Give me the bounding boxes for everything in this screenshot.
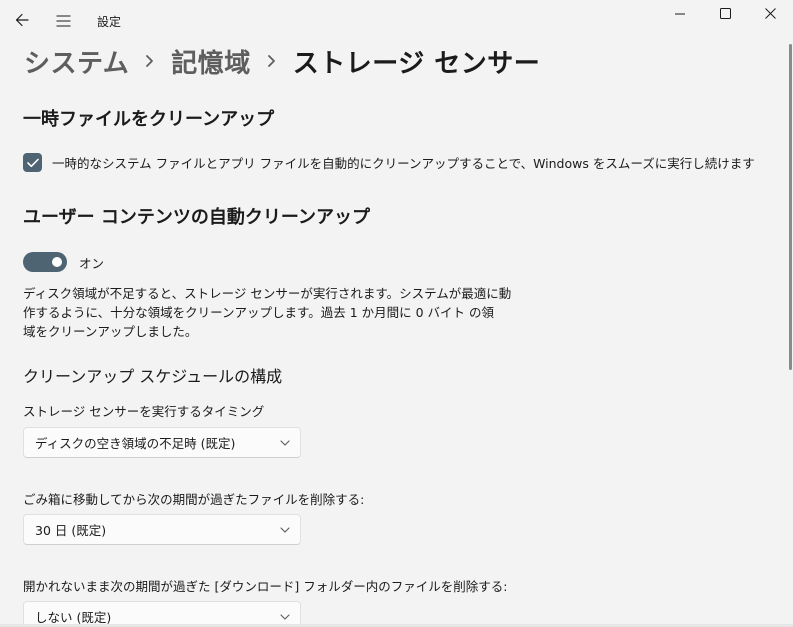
user-content-section-title: ユーザー コンテンツの自動クリーンアップ [23,207,371,228]
breadcrumb-item-system[interactable]: システム [24,43,129,80]
chevron-down-icon [280,613,290,620]
user-content-toggle[interactable] [23,252,67,272]
toggle-knob [52,257,62,267]
schedule-heading: クリーンアップ スケジュールの構成 [23,367,283,386]
description-line: 域をクリーンアップしました。 [23,324,198,339]
user-content-toggle-row[interactable]: オン [23,252,104,272]
downloads-label: 開かれないまま次の期間が過ぎた [ダウンロード] フォルダー内のファイルを削除す… [23,579,508,594]
minimize-icon [675,4,685,23]
breadcrumb: システム 記憶域 ストレージ センサー [24,41,540,81]
chevron-down-icon [280,526,290,533]
description-line: 作するように、十分な領域をクリーンアップします。過去 1 か月間に 0 バイト … [23,305,495,320]
recycle-bin-dropdown[interactable]: 30 日 (既定) [23,514,301,545]
app-title: 設定 [97,15,122,29]
breadcrumb-item-storage[interactable]: 記憶域 [171,43,251,80]
timing-label: ストレージ センサーを実行するタイミング [23,404,265,419]
back-button[interactable] [8,8,36,34]
recycle-bin-label: ごみ箱に移動してから次の期間が過ぎたファイルを削除する: [23,492,365,507]
storage-sense-description: ディスク領域が不足すると、ストレージ センサーが実行されます。システムが最適に動… [23,284,512,341]
toggle-state-label: オン [79,255,105,271]
recycle-bin-dropdown-value: 30 日 (既定) [35,523,107,538]
temp-files-checkbox-row[interactable]: 一時的なシステム ファイルとアプリ ファイルを自動的にクリーンアップすることで、… [23,153,755,172]
chevron-down-icon [280,439,290,446]
navigation-menu-button[interactable] [49,8,77,34]
breadcrumb-chevron-icon [145,53,155,69]
timing-dropdown-value: ディスクの空き領域の不足時 (既定) [35,436,236,451]
settings-window: 設定 システム 記憶域 ストレージ センサー 一時ファイルをクリーンアップ 一時… [0,0,793,627]
temp-files-section-title: 一時ファイルをクリーンアップ [23,109,275,130]
close-icon [764,4,776,23]
temp-files-checkbox[interactable] [23,153,42,172]
checkmark-icon [26,153,39,172]
page-title: ストレージ センサー [292,48,541,79]
hamburger-menu-icon [56,12,71,31]
breadcrumb-chevron-icon [267,53,277,69]
timing-dropdown[interactable]: ディスクの空き領域の不足時 (既定) [23,427,301,458]
maximize-button[interactable] [706,0,744,26]
minimize-button[interactable] [661,0,699,26]
title-bar: 設定 [0,0,793,40]
maximize-icon [719,4,731,23]
temp-files-checkbox-label: 一時的なシステム ファイルとアプリ ファイルを自動的にクリーンアップすることで、… [52,156,755,171]
close-button[interactable] [751,0,789,26]
vertical-scrollbar[interactable] [789,44,792,370]
back-arrow-icon [15,12,29,31]
description-line: ディスク領域が不足すると、ストレージ センサーが実行されます。システムが最適に動 [23,286,512,301]
